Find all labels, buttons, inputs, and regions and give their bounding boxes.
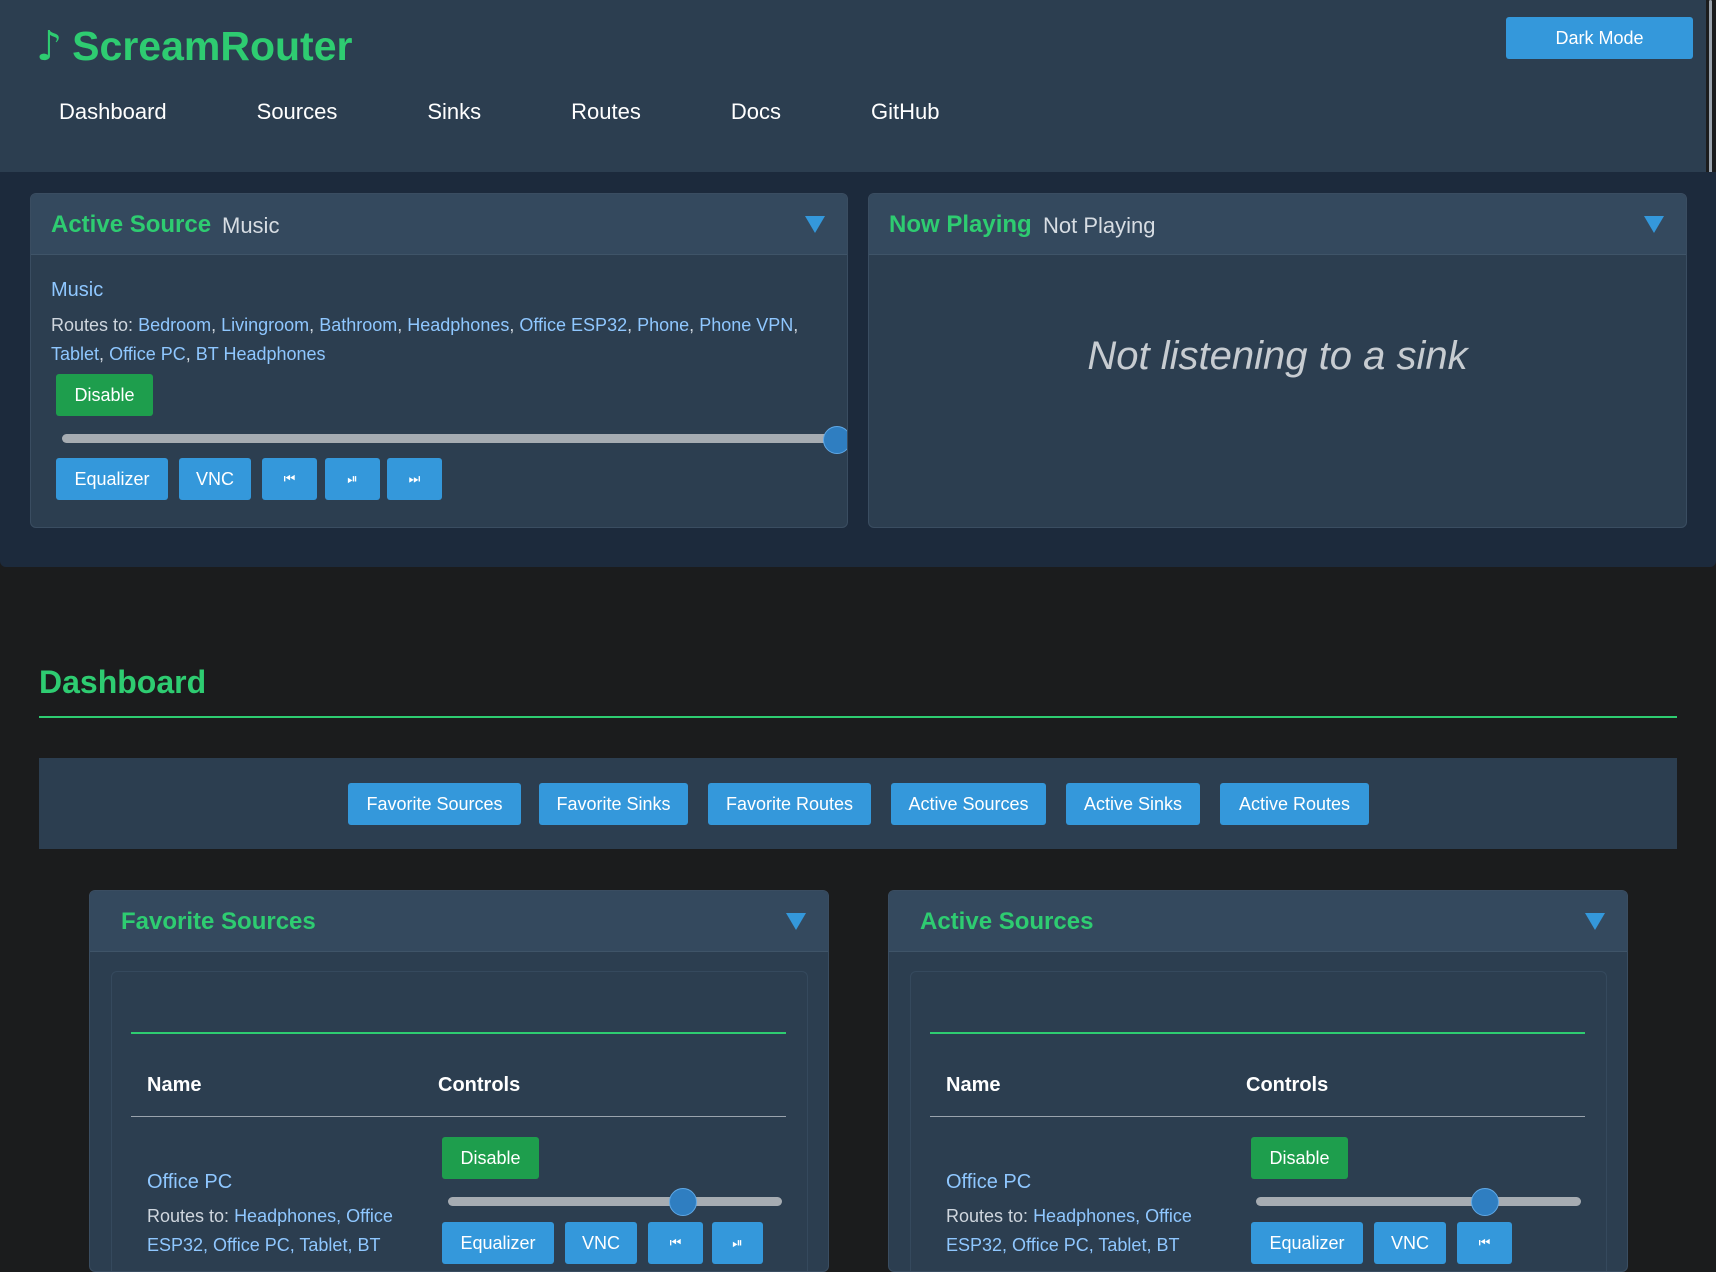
route-link[interactable]: Livingroom xyxy=(221,315,309,335)
vnc-button[interactable]: VNC xyxy=(179,458,251,500)
equalizer-button[interactable]: Equalizer xyxy=(56,458,168,500)
favorite-sources-title: Favorite Sources xyxy=(121,908,316,935)
route-link[interactable]: Office ESP32 xyxy=(519,315,627,335)
now-playing-subtitle: Not Playing xyxy=(1043,213,1156,238)
equalizer-button[interactable]: Equalizer xyxy=(442,1222,554,1264)
page-scrollbar[interactable] xyxy=(1709,0,1712,178)
filter-favorite-routes-button[interactable]: Favorite Routes xyxy=(708,783,871,825)
route-link[interactable]: Tablet xyxy=(51,344,99,364)
now-playing-header[interactable]: Now Playing Not Playing xyxy=(869,194,1686,255)
source-routes: Routes to: Headphones, Office ESP32, Off… xyxy=(946,1202,1236,1260)
favorite-sources-panel: Favorite Sources Name Controls Office PC… xyxy=(89,890,829,1272)
header-row-divider xyxy=(930,1116,1585,1117)
source-name[interactable]: Office PC xyxy=(147,1171,232,1194)
source-name[interactable]: Music xyxy=(51,279,103,302)
volume-slider-thumb[interactable] xyxy=(823,426,847,454)
filter-active-sinks-button[interactable]: Active Sinks xyxy=(1066,783,1200,825)
source-routes: Routes to: Headphones, Office ESP32, Off… xyxy=(147,1202,437,1260)
now-playing-title: Now Playing xyxy=(889,211,1032,238)
routes-prefix: Routes to: xyxy=(147,1206,230,1226)
volume-slider[interactable] xyxy=(62,434,836,443)
app-logo[interactable]: ♪ ScreamRouter xyxy=(36,22,352,70)
table-top-divider xyxy=(930,1032,1585,1034)
app-title: ScreamRouter xyxy=(72,23,353,69)
equalizer-button[interactable]: Equalizer xyxy=(1251,1222,1363,1264)
volume-slider[interactable] xyxy=(448,1197,782,1206)
route-link[interactable]: Headphones xyxy=(407,315,509,335)
app-header: ♪ ScreamRouter Dark Mode Dashboard Source… xyxy=(0,0,1706,172)
not-listening-message: Not listening to a sink xyxy=(1087,334,1468,378)
previous-track-icon[interactable]: ⏮ xyxy=(648,1222,703,1264)
vnc-button[interactable]: VNC xyxy=(565,1222,637,1264)
route-link[interactable]: Phone xyxy=(637,315,689,335)
volume-slider-thumb[interactable] xyxy=(668,1188,697,1216)
disable-button[interactable]: Disable xyxy=(56,374,153,416)
nav-routes[interactable]: Routes xyxy=(571,99,641,125)
dashboard-filter-bar: Favorite Sources Favorite Sinks Favorite… xyxy=(39,758,1677,849)
route-link[interactable]: Bathroom xyxy=(319,315,397,335)
route-link[interactable]: Phone VPN xyxy=(699,315,793,335)
route-link[interactable]: BT Headphones xyxy=(196,344,326,364)
next-track-icon[interactable]: ⏭ xyxy=(387,458,442,500)
volume-slider[interactable] xyxy=(1256,1197,1581,1206)
now-playing-panel: Now Playing Not Playing Not listening to… xyxy=(868,193,1687,528)
source-name[interactable]: Office PC xyxy=(946,1171,1031,1194)
nav-sinks[interactable]: Sinks xyxy=(427,99,481,125)
route-link[interactable]: ESP32, Office PC, Tablet, BT xyxy=(147,1235,380,1255)
nav-docs[interactable]: Docs xyxy=(731,99,781,125)
nav-dashboard[interactable]: Dashboard xyxy=(59,99,167,125)
column-header-name: Name xyxy=(946,1074,1001,1096)
route-link[interactable]: Bedroom xyxy=(138,315,211,335)
active-sources-title: Active Sources xyxy=(920,908,1094,935)
routes-prefix: Routes to: xyxy=(51,315,134,335)
volume-slider-thumb[interactable] xyxy=(1470,1188,1499,1216)
previous-track-icon[interactable]: ⏮ xyxy=(262,458,317,500)
route-link[interactable]: ESP32, Office PC, Tablet, BT xyxy=(946,1235,1179,1255)
nav-sources[interactable]: Sources xyxy=(257,99,338,125)
active-source-subtitle: Music xyxy=(222,213,280,238)
play-pause-icon[interactable]: ⏯ xyxy=(325,458,380,500)
collapse-chevron-icon[interactable] xyxy=(1644,216,1664,233)
filter-active-routes-button[interactable]: Active Routes xyxy=(1220,783,1369,825)
previous-track-icon[interactable]: ⏮ xyxy=(1457,1222,1512,1264)
play-pause-icon[interactable]: ⏯ xyxy=(712,1222,763,1264)
source-routes: Routes to: Bedroom, Livingroom, Bathroom… xyxy=(51,315,799,364)
route-link[interactable]: Headphones, Office xyxy=(1033,1206,1192,1226)
filter-favorite-sources-button[interactable]: Favorite Sources xyxy=(348,783,521,825)
active-sources-panel: Active Sources Name Controls Office PC R… xyxy=(888,890,1628,1272)
dashboard-divider xyxy=(39,716,1677,718)
favorite-sources-header[interactable]: Favorite Sources xyxy=(90,891,828,952)
collapse-chevron-icon[interactable] xyxy=(786,913,806,930)
route-link[interactable]: Office PC xyxy=(109,344,186,364)
active-source-panel: Active Source Music Music Routes to: Bed… xyxy=(30,193,848,528)
collapse-chevron-icon[interactable] xyxy=(805,216,825,233)
table-top-divider xyxy=(131,1032,786,1034)
column-header-controls: Controls xyxy=(438,1074,521,1096)
nav-github[interactable]: GitHub xyxy=(871,99,939,125)
collapse-chevron-icon[interactable] xyxy=(1585,913,1605,930)
active-source-title: Active Source xyxy=(51,211,212,238)
column-header-controls: Controls xyxy=(1246,1074,1329,1096)
route-link[interactable]: Headphones, Office xyxy=(234,1206,393,1226)
filter-active-sources-button[interactable]: Active Sources xyxy=(891,783,1046,825)
music-note-icon: ♪ xyxy=(36,22,63,70)
dashboard-title: Dashboard xyxy=(39,664,207,700)
active-sources-header[interactable]: Active Sources xyxy=(889,891,1627,952)
disable-button[interactable]: Disable xyxy=(1251,1137,1348,1179)
column-header-name: Name xyxy=(147,1074,202,1096)
header-row-divider xyxy=(131,1116,786,1117)
disable-button[interactable]: Disable xyxy=(442,1137,539,1179)
main-nav: Dashboard Sources Sinks Routes Docs GitH… xyxy=(59,99,1029,125)
routes-prefix: Routes to: xyxy=(946,1206,1029,1226)
dark-mode-button[interactable]: Dark Mode xyxy=(1506,17,1693,59)
filter-favorite-sinks-button[interactable]: Favorite Sinks xyxy=(539,783,688,825)
active-source-header[interactable]: Active Source Music xyxy=(31,194,847,255)
vnc-button[interactable]: VNC xyxy=(1374,1222,1446,1264)
